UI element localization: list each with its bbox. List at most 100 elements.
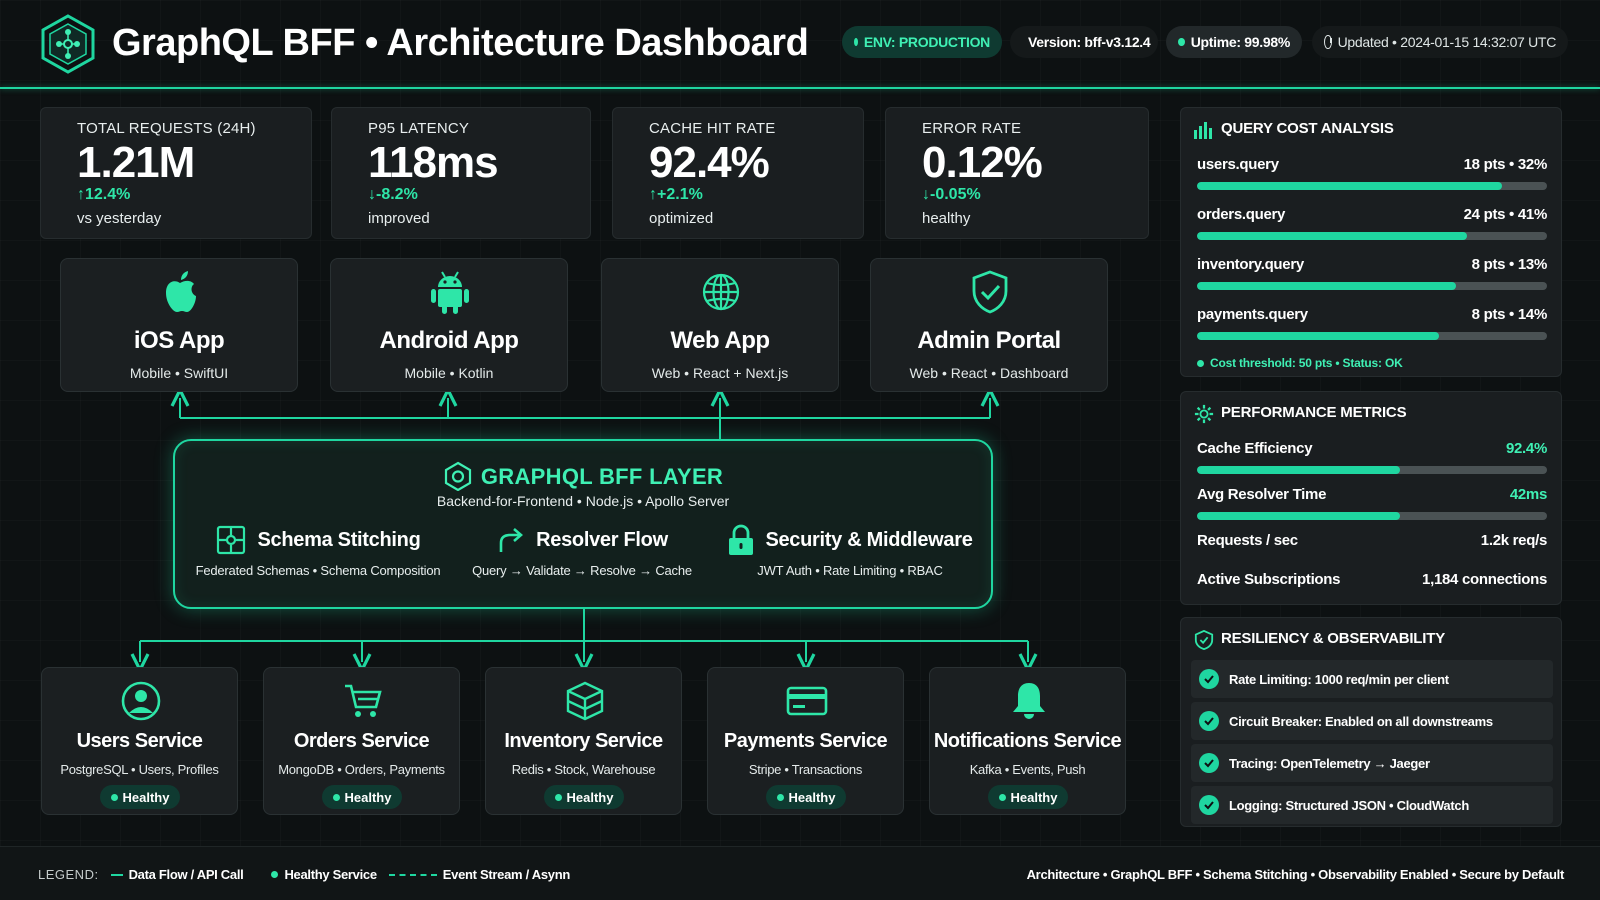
status-badge: Healthy (100, 785, 180, 809)
client-sub: Mobile • SwiftUI (129, 365, 229, 381)
service-name: Payments Service (723, 730, 888, 752)
service-sub: Stripe • Transactions (748, 762, 863, 777)
panel-title: QUERY COST ANALYSIS (1221, 120, 1394, 137)
puzzle-icon (217, 525, 246, 555)
service-sub: Redis • Stock, Warehouse (511, 762, 656, 777)
client-web-app[interactable]: Web App Web • React + Next.js (601, 258, 839, 392)
feature-sub: JWT Auth • Rate Limiting • RBAC (757, 563, 943, 578)
bar-chart-icon (1194, 122, 1212, 139)
uptime-label: Uptime: 99.98% (1190, 34, 1291, 50)
metric-bar-fill (1197, 466, 1400, 474)
resiliency-item: Rate Limiting: 1000 req/min per client (1191, 660, 1553, 698)
legend: LEGEND: Data Flow / API Call Healthy Ser… (38, 867, 570, 882)
metric-value: 1,184 connections (1422, 571, 1547, 588)
service-name: Notifications Service (933, 730, 1122, 752)
graphql-bff-layer: GRAPHQL BFF LAYER Backend-for-Frontend •… (173, 439, 993, 609)
client-android-app[interactable]: Android App Mobile • Kotlin (330, 258, 568, 392)
clock-icon (1324, 35, 1332, 49)
metric-name: Avg Resolver Time (1197, 486, 1327, 503)
arrow-forward-icon (499, 528, 524, 552)
resiliency-item: Circuit Breaker: Enabled on all downstre… (1191, 702, 1553, 740)
feature-schema-stitching: Schema Stitching Federated Schemas • Sch… (183, 523, 453, 578)
feature-sub: Federated Schemas • Schema Composition (195, 563, 441, 578)
user-icon (121, 681, 161, 721)
query-cost-bar-fill (1197, 182, 1502, 190)
client-name: Web App (670, 327, 770, 354)
status-badge: Healthy (544, 785, 624, 809)
resiliency-text: Tracing: OpenTelemetry → Jaeger (1229, 755, 1430, 771)
client-sub: Web • React + Next.js (651, 365, 789, 381)
resiliency-text: Rate Limiting: 1000 req/min per client (1229, 671, 1449, 687)
query-cost-value: 8 pts • 13% (1471, 256, 1548, 273)
feature-name: Schema Stitching (257, 528, 421, 551)
query-cost-bar (1197, 332, 1547, 340)
box-icon (566, 681, 604, 721)
status-badge: Healthy (766, 785, 846, 809)
query-cost-bar (1197, 232, 1547, 240)
service-notifications[interactable]: Notifications Service Kafka • Events, Pu… (929, 667, 1126, 815)
hexagon-icon (444, 461, 471, 492)
legend-event: Event Stream / Asynn (442, 867, 570, 882)
query-cost-value: 8 pts • 14% (1471, 306, 1548, 323)
updated-label: Updated • 2024-01-15 14:32:07 UTC (1337, 34, 1557, 50)
service-sub: PostgreSQL • Users, Profiles (60, 762, 219, 777)
service-name: Orders Service (293, 730, 430, 752)
check-circle-icon (1199, 711, 1219, 731)
metric-bar (1197, 466, 1547, 474)
resiliency-panel: RESILIENCY & OBSERVABILITY Rate Limiting… (1180, 617, 1562, 827)
status-dot (554, 793, 562, 801)
footer: LEGEND: Data Flow / API Call Healthy Ser… (0, 846, 1600, 900)
metric-name: Requests / sec (1197, 532, 1298, 549)
healthy-dot-swatch (271, 871, 279, 878)
bell-icon (1013, 683, 1045, 719)
metric-bar (1197, 512, 1547, 520)
client-name: Android App (379, 327, 519, 354)
metric-value: 92.4% (1505, 440, 1547, 457)
bff-title-text: GRAPHQL BFF LAYER (480, 464, 724, 489)
gear-icon (1194, 404, 1214, 424)
status-dot (776, 793, 784, 801)
query-name: users.query (1197, 156, 1279, 173)
query-name: payments.query (1197, 306, 1308, 323)
service-sub: MongoDB • Orders, Payments (278, 762, 445, 777)
client-name: Admin Portal (917, 327, 1061, 354)
service-name: Users Service (76, 730, 203, 752)
lock-icon (729, 524, 754, 555)
metric-value: 42ms (1509, 486, 1547, 503)
status-text: Healthy (122, 789, 170, 805)
feature-name: Security & Middleware (765, 528, 973, 551)
service-orders[interactable]: Orders Service MongoDB • Orders, Payment… (263, 667, 460, 815)
service-payments[interactable]: Payments Service Stripe • Transactions H… (707, 667, 904, 815)
bff-subtitle: Backend-for-Frontend • Node.js • Apollo … (436, 493, 730, 509)
globe-icon (702, 273, 740, 311)
cart-icon (345, 684, 382, 717)
service-users[interactable]: Users Service PostgreSQL • Users, Profil… (41, 667, 238, 815)
status-text: Healthy (566, 789, 614, 805)
query-name: orders.query (1197, 206, 1286, 223)
client-sub: Web • React • Dashboard (909, 365, 1069, 381)
client-name: iOS App (133, 327, 225, 354)
client-admin-portal[interactable]: Admin Portal Web • React • Dashboard (870, 258, 1108, 392)
metric-name: Active Subscriptions (1197, 571, 1341, 588)
status-dot (998, 793, 1006, 801)
shield-icon (1194, 630, 1214, 650)
service-inventory[interactable]: Inventory Service Redis • Stock, Warehou… (485, 667, 682, 815)
uptime-badge: Uptime: 99.98% (1166, 26, 1302, 58)
client-ios-app[interactable]: iOS App Mobile • SwiftUI (60, 258, 298, 392)
query-cost-bar-fill (1197, 232, 1467, 240)
resiliency-item: Logging: Structured JSON • CloudWatch (1191, 786, 1553, 824)
dashed-line-swatch (388, 873, 437, 876)
threshold-text: Cost threshold: 50 pts • Status: OK (1210, 356, 1403, 370)
footer-tagline: Architecture • GraphQL BFF • Schema Stit… (1026, 867, 1565, 882)
query-cost-value: 24 pts • 41% (1463, 206, 1548, 223)
status-badge: Healthy (322, 785, 402, 809)
status-text: Healthy (788, 789, 836, 805)
bff-title: GRAPHQL BFF LAYER (175, 461, 991, 492)
performance-metrics-panel: PERFORMANCE METRICS Cache Efficiency 92.4… (1180, 391, 1562, 605)
service-sub: Kafka • Events, Push (969, 762, 1086, 777)
query-cost-bar (1197, 182, 1547, 190)
status-dot (332, 793, 340, 801)
feature-security-middleware: Security & Middleware JWT Auth • Rate Li… (715, 523, 985, 578)
status-dot (1197, 359, 1204, 367)
query-cost-bar-fill (1197, 332, 1439, 340)
